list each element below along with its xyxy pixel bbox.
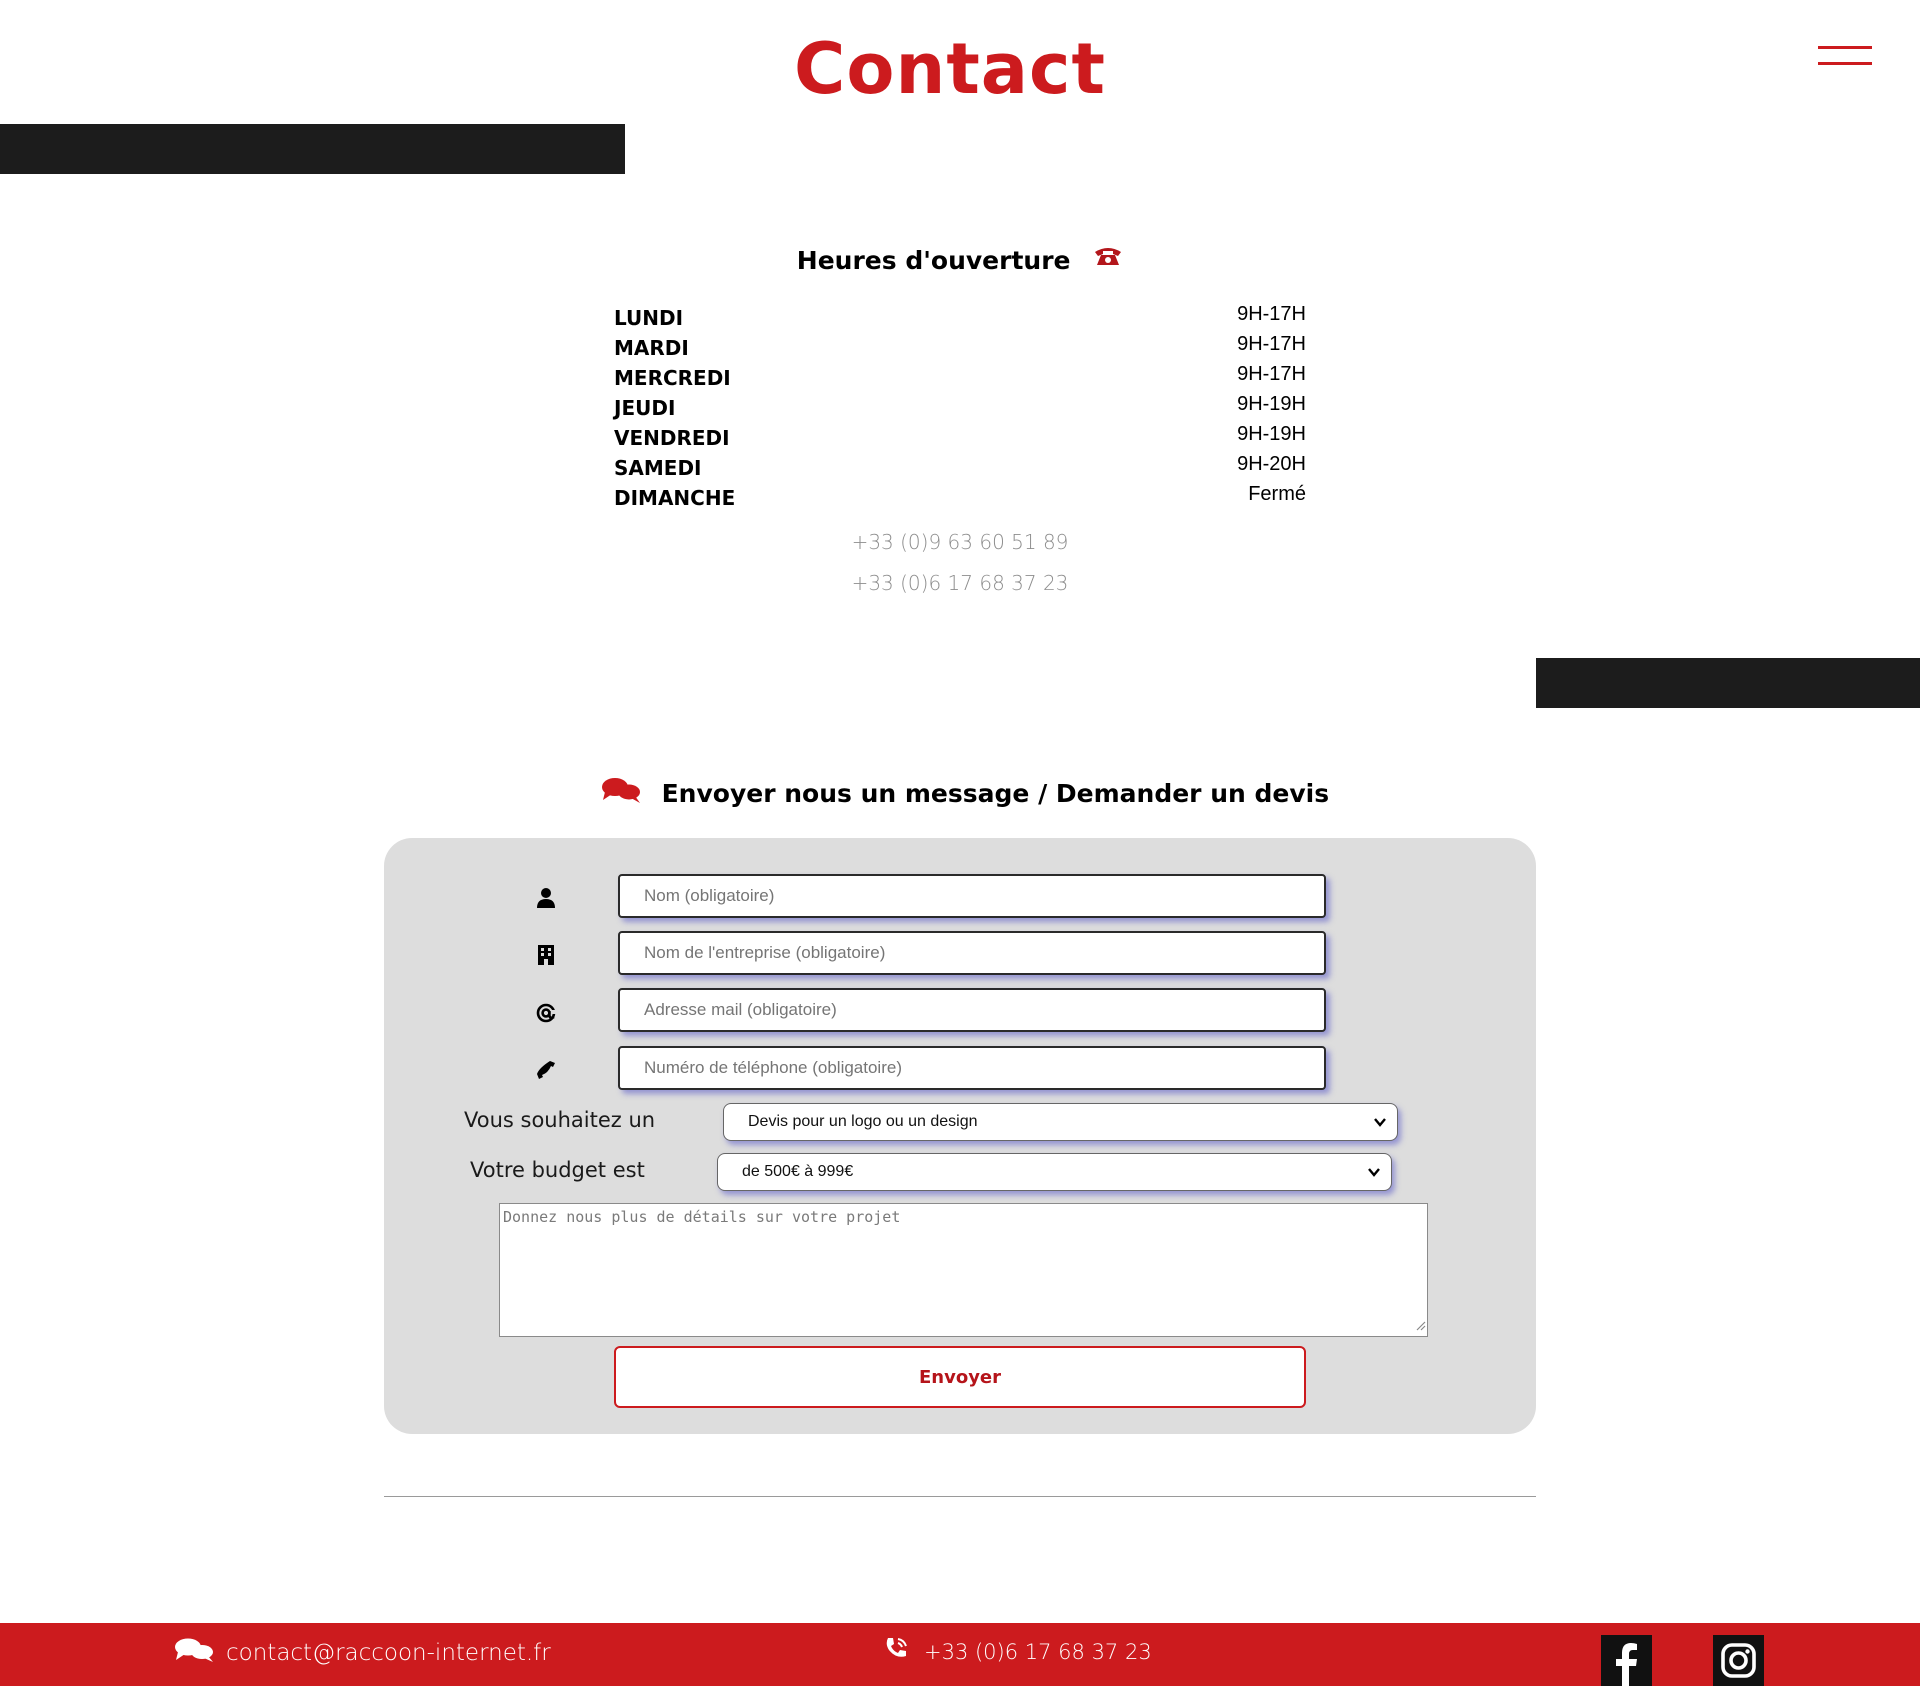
phone-number-landline[interactable]: +33 (0)9 63 60 51 89 [0,530,1920,554]
phone-volume-icon [882,1635,910,1668]
email-field[interactable]: Adresse mail (obligatoire) [618,988,1326,1032]
phone-handset-icon [531,1055,561,1085]
phone-number-mobile[interactable]: +33 (0)6 17 68 37 23 [0,571,1920,595]
time-value: 9H-17H [1237,363,1306,385]
budget-selected-value: de 500€ à 999€ [742,1163,854,1180]
section-divider [384,1496,1536,1497]
chat-bubbles-icon [174,1637,214,1669]
message-title-text: Envoyer nous un message / Demander un de… [661,779,1330,808]
phone-field[interactable]: Numéro de téléphone (obligatoire) [618,1046,1326,1090]
message-heading: Envoyer nous un message / Demander un de… [0,776,1920,810]
decorative-band-right [1536,658,1920,708]
time-value: 9H-20H [1237,453,1306,475]
time-value: 9H-17H [1237,333,1306,355]
time-value: 9H-17H [1237,303,1306,325]
wish-select[interactable]: Devis pour un logo ou un design [723,1103,1398,1141]
day-label: MARDI [614,336,689,360]
footer-phone-link[interactable]: +33 (0)6 17 68 37 23 [882,1635,1152,1668]
quote-form: Nom (obligatoire) Nom de l'entreprise (o… [384,838,1536,1434]
telephone-icon [1093,244,1123,274]
chevron-down-icon [1373,1115,1387,1134]
time-value: 9H-19H [1237,393,1306,415]
menu-line [1818,62,1872,65]
decorative-band-left [0,124,625,174]
budget-select[interactable]: de 500€ à 999€ [717,1153,1392,1191]
submit-button[interactable]: Envoyer [614,1346,1306,1408]
hours-row: DIMANCHE Fermé [614,483,1306,513]
company-field[interactable]: Nom de l'entreprise (obligatoire) [618,931,1326,975]
hours-row: MARDI 9H-17H [614,333,1306,363]
page-title: Contact [794,28,1106,110]
day-label: JEUDI [614,396,676,420]
budget-label: Votre budget est [470,1158,645,1182]
building-icon [531,940,561,970]
hours-row: VENDREDI 9H-19H [614,423,1306,453]
day-label: VENDREDI [614,426,730,450]
day-label: LUNDI [614,306,684,330]
wish-selected-value: Devis pour un logo ou un design [748,1113,978,1130]
chat-bubbles-icon [601,776,641,810]
day-label: MERCREDI [614,366,731,390]
wish-label: Vous souhaitez un [464,1108,656,1132]
time-value: Fermé [1248,483,1306,505]
menu-line [1818,46,1872,49]
time-value: 9H-19H [1237,423,1306,445]
footer-phone-text: +33 (0)6 17 68 37 23 [924,1639,1152,1664]
name-field[interactable]: Nom (obligatoire) [618,874,1326,918]
textarea-placeholder: Donnez nous plus de détails sur votre pr… [503,1208,901,1226]
footer-email-text: contact@raccoon-internet.fr [226,1640,551,1666]
hours-table: LUNDI 9H-17H MARDI 9H-17H MERCREDI 9H-17… [614,303,1306,513]
user-icon [531,883,561,913]
hours-row: MERCREDI 9H-17H [614,363,1306,393]
project-details-textarea[interactable]: Donnez nous plus de détails sur votre pr… [499,1203,1428,1337]
hours-row: LUNDI 9H-17H [614,303,1306,333]
hours-row: SAMEDI 9H-20H [614,453,1306,483]
chevron-down-icon [1367,1165,1381,1184]
hours-row: JEUDI 9H-19H [614,393,1306,423]
hours-title-text: Heures d'ouverture [796,246,1071,275]
footer: contact@raccoon-internet.fr +33 (0)6 17 … [0,1623,1920,1686]
facebook-icon[interactable] [1601,1635,1652,1686]
resize-grip-icon[interactable] [1414,1317,1426,1335]
day-label: DIMANCHE [614,486,736,510]
instagram-icon[interactable] [1713,1635,1764,1686]
at-sign-icon [531,998,561,1028]
hours-heading: Heures d'ouverture [0,244,1920,275]
hamburger-menu-icon[interactable] [1818,44,1872,68]
day-label: SAMEDI [614,456,702,480]
footer-email-link[interactable]: contact@raccoon-internet.fr [174,1637,551,1669]
